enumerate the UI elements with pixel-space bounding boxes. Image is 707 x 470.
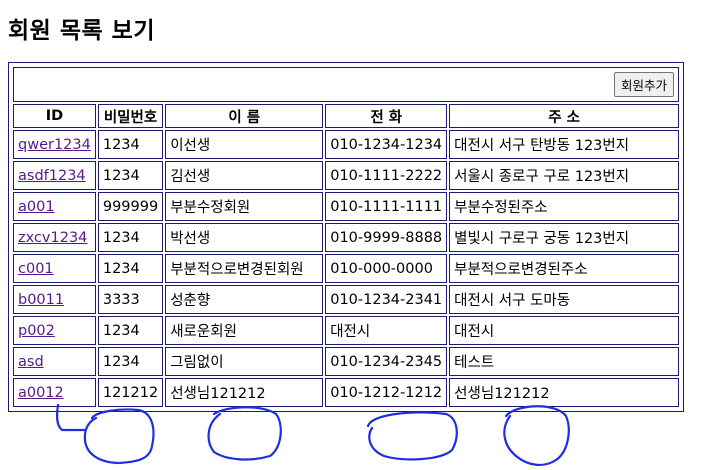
member-id-link[interactable]: asdf1234: [18, 168, 86, 184]
cell-name: 선생님121212: [165, 378, 324, 407]
cell-id: asdf1234: [13, 161, 96, 190]
cell-name: 김선생: [165, 161, 324, 190]
cell-password: 1234: [97, 161, 164, 190]
pen-circle-password: [83, 408, 155, 465]
cell-id: zxcv1234: [13, 223, 96, 252]
pen-circle-address: [503, 405, 570, 466]
member-id-link[interactable]: a0012: [18, 385, 64, 401]
cell-phone: 010-1234-2341: [325, 285, 448, 314]
cell-address: 대전시 서구 탄방동 123번지: [449, 130, 679, 159]
cell-address: 서울시 종로구 구로 123번지: [449, 161, 679, 190]
col-header-id: ID: [13, 104, 96, 128]
table-row: a001 999999 부분수정회원 010-1111-1111 부분수정된주소: [13, 192, 679, 221]
cell-id: p002: [13, 316, 96, 345]
toolbar-row: 회원추가: [13, 67, 679, 102]
cell-name: 박선생: [165, 223, 324, 252]
member-table: 회원추가 ID 비밀번호 이 름 전 화 주 소 qwer1234 1234 이…: [11, 65, 681, 409]
cell-password: 1234: [97, 130, 164, 159]
cell-password: 999999: [97, 192, 164, 221]
cell-password: 1234: [97, 254, 164, 283]
cell-password: 3333: [97, 285, 164, 314]
col-header-password: 비밀번호: [97, 104, 164, 128]
table-row: zxcv1234 1234 박선생 010-9999-8888 별빛시 구로구 …: [13, 223, 679, 252]
cell-password: 1234: [97, 223, 164, 252]
cell-address: 대전시: [449, 316, 679, 345]
cell-phone: 010-1111-1111: [325, 192, 448, 221]
cell-address: 부분수정된주소: [449, 192, 679, 221]
table-row: asd 1234 그림없이 010-1234-2345 테스트: [13, 347, 679, 376]
cell-password: 1234: [97, 316, 164, 345]
cell-name: 부분적으로변경된회원: [165, 254, 324, 283]
cell-id: asd: [13, 347, 96, 376]
table-row: a0012 121212 선생님121212 010-1212-1212 선생님…: [13, 378, 679, 407]
table-row: c001 1234 부분적으로변경된회원 010-000-0000 부분적으로변…: [13, 254, 679, 283]
table-row: b0011 3333 성춘향 010-1234-2341 대전시 서구 도마동: [13, 285, 679, 314]
cell-id: b0011: [13, 285, 96, 314]
cell-phone: 010-1111-2222: [325, 161, 448, 190]
member-id-link[interactable]: asd: [18, 354, 44, 370]
table-row: qwer1234 1234 이선생 010-1234-1234 대전시 서구 탄…: [13, 130, 679, 159]
add-member-button[interactable]: 회원추가: [613, 72, 674, 97]
cell-phone: 010-9999-8888: [325, 223, 448, 252]
cell-address: 테스트: [449, 347, 679, 376]
member-id-link[interactable]: c001: [18, 261, 54, 277]
cell-password: 1234: [97, 347, 164, 376]
table-row: asdf1234 1234 김선생 010-1111-2222 서울시 종로구 …: [13, 161, 679, 190]
cell-id: qwer1234: [13, 130, 96, 159]
cell-name: 그림없이: [165, 347, 324, 376]
cell-name: 이선생: [165, 130, 324, 159]
page-title: 회원 목록 보기: [8, 18, 155, 44]
cell-address: 별빛시 구로구 궁동 123번지: [449, 223, 679, 252]
member-table-container: 회원추가 ID 비밀번호 이 름 전 화 주 소 qwer1234 1234 이…: [8, 62, 684, 412]
cell-phone: 010-000-0000: [325, 254, 448, 283]
member-id-link[interactable]: b0011: [18, 292, 64, 308]
member-id-link[interactable]: a001: [18, 199, 55, 215]
cell-phone: 010-1234-1234: [325, 130, 448, 159]
cell-phone: 010-1234-2345: [325, 347, 448, 376]
cell-id: a0012: [13, 378, 96, 407]
cell-address: 대전시 서구 도마동: [449, 285, 679, 314]
cell-password: 121212: [97, 378, 164, 407]
member-id-link[interactable]: qwer1234: [18, 137, 91, 153]
cell-address: 부분적으로변경된주소: [449, 254, 679, 283]
cell-phone: 대전시: [325, 316, 448, 345]
member-id-link[interactable]: p002: [18, 323, 55, 339]
cell-id: c001: [13, 254, 96, 283]
cell-phone: 010-1212-1212: [325, 378, 448, 407]
cell-name: 새로운회원: [165, 316, 324, 345]
cell-name: 부분수정회원: [165, 192, 324, 221]
cell-name: 성춘향: [165, 285, 324, 314]
col-header-phone: 전 화: [325, 104, 448, 128]
col-header-address: 주 소: [449, 104, 679, 128]
pen-circle-name: [207, 406, 282, 461]
col-header-name: 이 름: [165, 104, 324, 128]
cell-id: a001: [13, 192, 96, 221]
cell-address: 선생님121212: [449, 378, 679, 407]
table-row: p002 1234 새로운회원 대전시 대전시: [13, 316, 679, 345]
header-row: ID 비밀번호 이 름 전 화 주 소: [13, 104, 679, 128]
toolbar-cell: 회원추가: [13, 67, 679, 102]
pen-circle-phone: [366, 411, 458, 461]
member-id-link[interactable]: zxcv1234: [18, 230, 87, 246]
